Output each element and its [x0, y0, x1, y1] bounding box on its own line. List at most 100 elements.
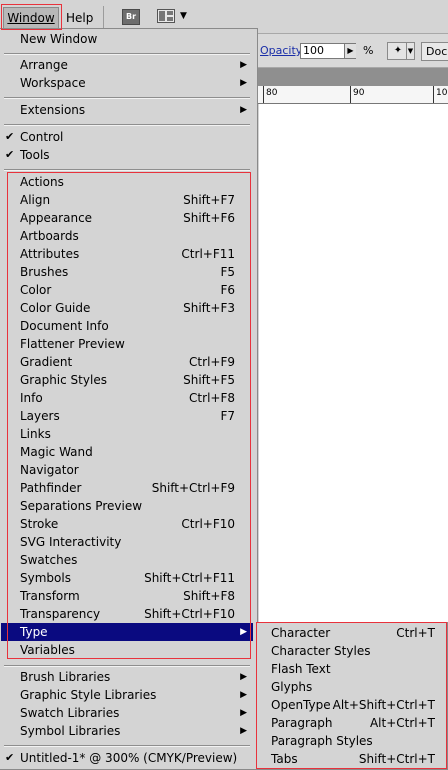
- menu-item-layers[interactable]: Layers F7: [1, 407, 253, 425]
- menu-item-arrange[interactable]: Arrange ▶: [1, 56, 253, 74]
- menu-item-workspace[interactable]: Workspace ▶: [1, 74, 253, 92]
- menu-item-info[interactable]: Info Ctrl+F8: [1, 389, 253, 407]
- submenu-item-tabs[interactable]: Tabs Shift+Ctrl+T: [257, 750, 447, 768]
- menu-item-type[interactable]: Type ▶: [1, 623, 253, 641]
- menu-item-variables[interactable]: Variables: [1, 641, 253, 659]
- menu-item-shortcut: Shift+F6: [183, 211, 235, 225]
- menu-item-color[interactable]: Color F6: [1, 281, 253, 299]
- menu-item-label: Graphic Style Libraries: [20, 688, 157, 702]
- menu-item-graphic-styles[interactable]: Graphic Styles Shift+F5: [1, 371, 253, 389]
- ruler-tick: [433, 86, 434, 103]
- arrange-dropdown-icon[interactable]: ▼: [180, 11, 187, 21]
- submenu-item-glyphs[interactable]: Glyphs: [257, 678, 447, 696]
- menu-item-svg-interactivity[interactable]: SVG Interactivity: [1, 533, 253, 551]
- workspace-background: [256, 68, 448, 86]
- menu-separator: [4, 53, 250, 55]
- menu-item-label: Links: [20, 427, 51, 441]
- submenu-item-character-styles[interactable]: Character Styles: [257, 642, 447, 660]
- menu-separator: [4, 745, 250, 747]
- submenu-arrow-icon: ▶: [240, 627, 247, 637]
- menu-item-label: Tools: [20, 148, 50, 162]
- menu-item-attributes[interactable]: Attributes Ctrl+F11: [1, 245, 253, 263]
- menu-item-label: Transform: [20, 589, 80, 603]
- menu-item-symbol-libraries[interactable]: Symbol Libraries ▶: [1, 722, 253, 740]
- menu-item-shortcut: Shift+Ctrl+F10: [144, 607, 235, 621]
- submenu-item-character[interactable]: Character Ctrl+T: [257, 624, 447, 642]
- menu-item-label: Variables: [20, 643, 75, 657]
- menu-item-shortcut: Shift+F8: [183, 589, 235, 603]
- menu-separator: [4, 97, 250, 99]
- opacity-arrow-icon[interactable]: ▶: [344, 44, 356, 58]
- menu-item-control[interactable]: ✔ Control: [1, 128, 253, 146]
- menu-item-magic-wand[interactable]: Magic Wand: [1, 443, 253, 461]
- menu-item-artboards[interactable]: Artboards: [1, 227, 253, 245]
- menu-item-open-document[interactable]: ✔ Untitled-1* @ 300% (CMYK/Preview): [1, 749, 253, 767]
- menu-item-shortcut: Ctrl+F8: [189, 391, 235, 405]
- horizontal-ruler[interactable]: 80 90 100: [256, 86, 448, 104]
- menu-item-shortcut: Ctrl+F9: [189, 355, 235, 369]
- menu-item-label: Color: [20, 283, 52, 297]
- menu-item-brushes[interactable]: Brushes F5: [1, 263, 253, 281]
- menu-item-links[interactable]: Links: [1, 425, 253, 443]
- ruler-label: 100: [436, 88, 448, 98]
- menu-item-extensions[interactable]: Extensions ▶: [1, 101, 253, 119]
- menu-item-transform[interactable]: Transform Shift+F8: [1, 587, 253, 605]
- menu-item-navigator[interactable]: Navigator: [1, 461, 253, 479]
- menu-item-flattener-preview[interactable]: Flattener Preview: [1, 335, 253, 353]
- submenu-item-flash-text[interactable]: Flash Text: [257, 660, 447, 678]
- menu-item-color-guide[interactable]: Color Guide Shift+F3: [1, 299, 253, 317]
- menu-item-label: Document Info: [20, 319, 109, 333]
- menu-item-gradient[interactable]: Gradient Ctrl+F9: [1, 353, 253, 371]
- menu-item-swatches[interactable]: Swatches: [1, 551, 253, 569]
- menu-item-shortcut: Ctrl+T: [396, 626, 435, 640]
- menu-item-tools[interactable]: ✔ Tools: [1, 146, 253, 164]
- menu-help[interactable]: Help: [66, 10, 93, 26]
- menu-item-graphic-style-libraries[interactable]: Graphic Style Libraries ▶: [1, 686, 253, 704]
- ruler-label: 90: [353, 88, 365, 98]
- submenu-arrow-icon: ▶: [240, 60, 247, 70]
- menu-item-swatch-libraries[interactable]: Swatch Libraries ▶: [1, 704, 253, 722]
- menu-item-label: Stroke: [20, 517, 59, 531]
- menu-item-shortcut: F6: [220, 283, 235, 297]
- submenu-item-opentype[interactable]: OpenType Alt+Shift+Ctrl+T: [257, 696, 447, 714]
- menu-item-label: Swatches: [20, 553, 78, 567]
- menu-item-shortcut: Ctrl+F10: [181, 517, 235, 531]
- menu-item-label: Character Styles: [271, 644, 371, 658]
- submenu-item-paragraph-styles[interactable]: Paragraph Styles: [257, 732, 447, 750]
- menu-item-label: Arrange: [20, 58, 68, 72]
- ruler-tick: [350, 86, 351, 103]
- menu-item-transparency[interactable]: Transparency Shift+Ctrl+F10: [1, 605, 253, 623]
- menu-item-brush-libraries[interactable]: Brush Libraries ▶: [1, 668, 253, 686]
- submenu-item-paragraph[interactable]: Paragraph Alt+Ctrl+T: [257, 714, 447, 732]
- menu-separator: [4, 124, 250, 126]
- menu-item-label: Artboards: [20, 229, 79, 243]
- opacity-label[interactable]: Opacity:: [260, 44, 305, 57]
- menu-item-label: Character: [271, 626, 331, 640]
- menu-item-label: SVG Interactivity: [20, 535, 122, 549]
- menu-item-shortcut: Shift+F5: [183, 373, 235, 387]
- menu-item-appearance[interactable]: Appearance Shift+F6: [1, 209, 253, 227]
- menu-item-shortcut: Shift+Ctrl+F11: [144, 571, 235, 585]
- menu-item-actions[interactable]: Actions: [1, 173, 253, 191]
- menu-item-label: Flash Text: [271, 662, 331, 676]
- menu-item-document-info[interactable]: Document Info: [1, 317, 253, 335]
- ruler-label: 80: [266, 88, 278, 98]
- menu-item-align[interactable]: Align Shift+F7: [1, 191, 253, 209]
- arrange-documents-icon[interactable]: [157, 9, 175, 23]
- bridge-button[interactable]: Br: [122, 9, 140, 25]
- menu-window[interactable]: Window: [3, 7, 59, 29]
- menu-item-new-window[interactable]: New Window: [1, 30, 253, 48]
- menu-item-pathfinder[interactable]: Pathfinder Shift+Ctrl+F9: [1, 479, 253, 497]
- menu-item-label: Separations Preview: [20, 499, 143, 513]
- document-setup-button[interactable]: Docu: [421, 42, 448, 61]
- submenu-arrow-icon: ▶: [240, 105, 247, 115]
- menu-item-label: Align: [20, 193, 51, 207]
- checkmark-icon: ✔: [5, 751, 15, 764]
- menu-item-stroke[interactable]: Stroke Ctrl+F10: [1, 515, 253, 533]
- menu-item-separations-preview[interactable]: Separations Preview: [1, 497, 253, 515]
- style-dropdown-icon[interactable]: ▼: [406, 42, 415, 60]
- menu-separator: [4, 665, 250, 667]
- menu-item-symbols[interactable]: Symbols Shift+Ctrl+F11: [1, 569, 253, 587]
- menu-item-label: Info: [20, 391, 43, 405]
- menu-item-shortcut: F7: [220, 409, 235, 423]
